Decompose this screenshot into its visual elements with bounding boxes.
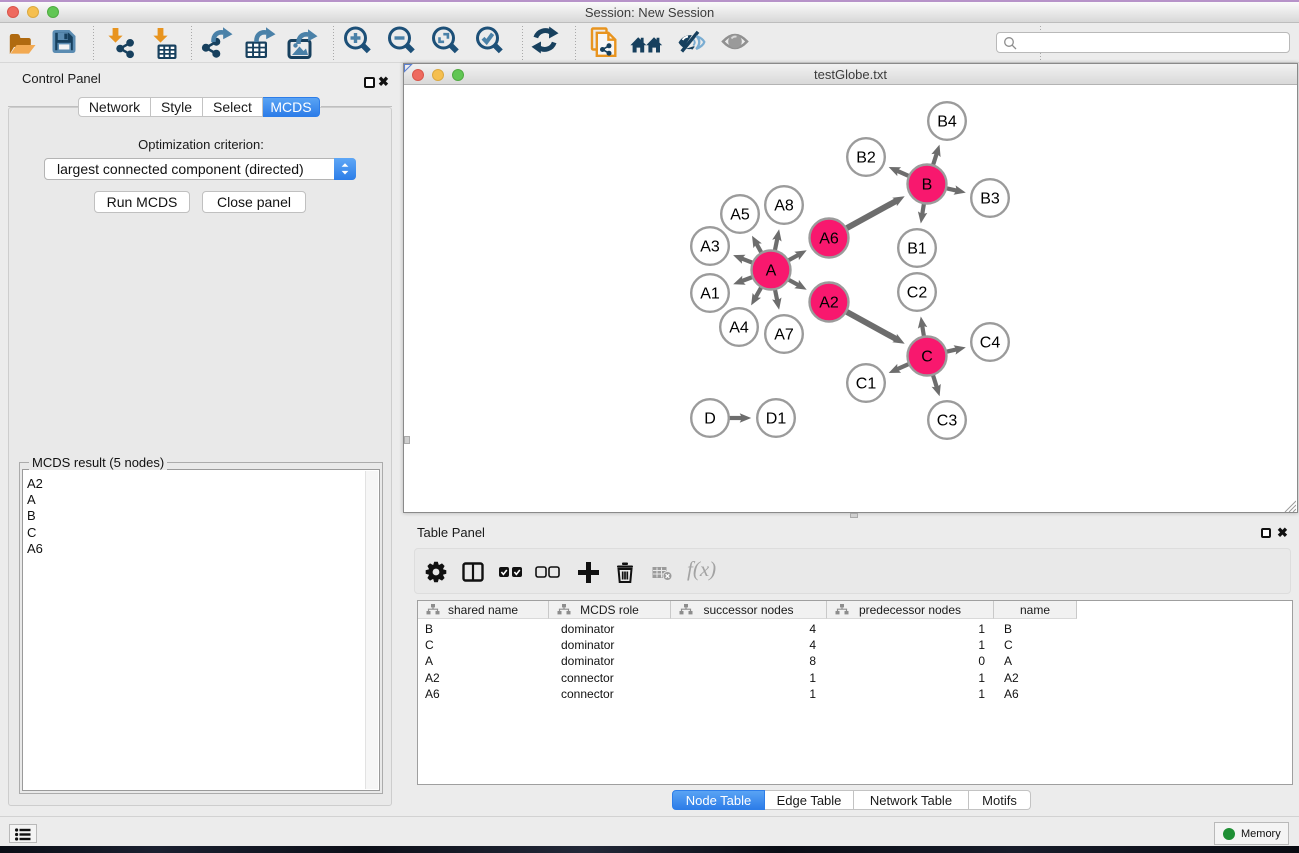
svg-text:A8: A8 xyxy=(774,198,794,215)
svg-text:C1: C1 xyxy=(856,376,877,393)
svg-text:B: B xyxy=(922,177,933,194)
svg-text:A2: A2 xyxy=(819,295,839,312)
svg-text:B1: B1 xyxy=(907,241,927,258)
svg-text:A1: A1 xyxy=(700,286,720,303)
svg-text:C3: C3 xyxy=(937,413,958,430)
svg-text:D1: D1 xyxy=(766,411,787,428)
svg-text:D: D xyxy=(704,411,716,428)
svg-text:A3: A3 xyxy=(700,239,720,256)
svg-text:C2: C2 xyxy=(907,285,928,302)
svg-text:B3: B3 xyxy=(980,191,1000,208)
svg-text:A7: A7 xyxy=(774,327,794,344)
svg-text:C4: C4 xyxy=(980,335,1001,352)
svg-text:C: C xyxy=(921,349,933,366)
svg-text:A4: A4 xyxy=(729,320,749,337)
svg-text:B4: B4 xyxy=(937,114,957,131)
svg-text:B2: B2 xyxy=(856,150,876,167)
svg-text:A6: A6 xyxy=(819,231,839,248)
svg-text:A: A xyxy=(766,263,777,280)
svg-text:A5: A5 xyxy=(730,207,750,224)
